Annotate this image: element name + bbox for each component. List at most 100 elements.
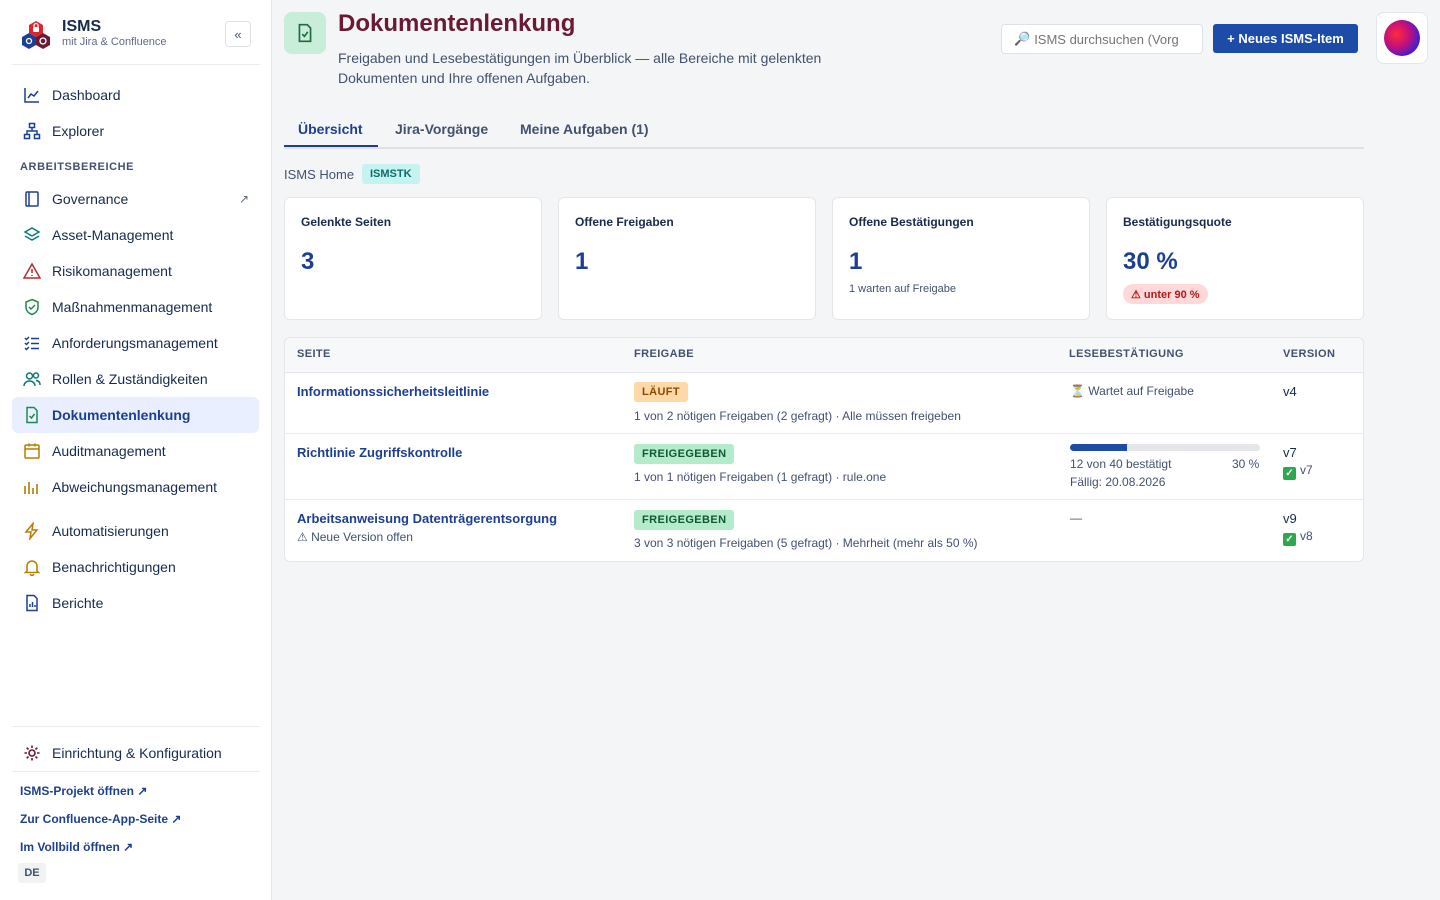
sidebar-item-label: Abweichungsmanagement <box>52 479 217 495</box>
open-isms-project-link[interactable]: ISMS-Projekt öffnen ↗ <box>20 784 147 798</box>
sidebar-item-measures-management[interactable]: Maßnahmenmanagement <box>12 289 259 325</box>
sidebar-item-label: Maßnahmenmanagement <box>52 299 213 315</box>
search-input[interactable] <box>1034 31 1195 47</box>
page-link[interactable]: Arbeitsanweisung Datenträgerentsorgung <box>297 511 557 526</box>
column-header-approval: FREIGABE <box>634 348 695 360</box>
bar-chart-icon <box>22 477 42 497</box>
approval-text: 1 von 2 nötigen Freigaben (2 gefragt) · … <box>634 409 961 423</box>
calendar-icon <box>22 441 42 461</box>
warning-badge: ⚠ unter 90 % <box>1123 284 1208 304</box>
tab-overview[interactable]: Übersicht <box>298 121 363 137</box>
sidebar-item-label: Benachrichtigungen <box>52 559 176 575</box>
tab-bar: Übersicht Jira-Vorgänge Meine Aufgaben (… <box>284 112 1364 149</box>
page-description: Freigaben und Lesebestätigungen im Überb… <box>338 50 822 86</box>
tab-jira-issues[interactable]: Jira-Vorgänge <box>395 121 488 137</box>
sidebar-item-audit-management[interactable]: Auditmanagement <box>12 433 259 469</box>
check-icon: ✓ <box>1283 533 1296 546</box>
sidebar-item-settings[interactable]: Einrichtung & Konfiguration <box>12 735 259 771</box>
brand[interactable]: ISMS mit Jira & Confluence <box>20 16 260 56</box>
sidebar-item-label: Explorer <box>52 123 105 139</box>
approval-text: 3 von 3 nötigen Freigaben (5 gefragt) · … <box>634 536 978 550</box>
sidebar-item-asset-management[interactable]: Asset-Management <box>12 217 259 253</box>
stat-card-value: 1 <box>849 248 863 275</box>
hierarchy-icon <box>22 121 42 141</box>
report-icon <box>22 593 42 613</box>
new-version-note: ⚠ Neue Version offen <box>297 530 413 544</box>
stat-card-value: 30 % <box>1123 248 1178 275</box>
settings-icon <box>22 743 42 763</box>
sidebar-item-notifications[interactable]: Benachrichtigungen <box>12 549 259 585</box>
bell-icon <box>22 557 42 577</box>
status-badge: FREIGEGEBEN <box>634 510 735 530</box>
stat-card-title: Offene Freigaben <box>575 215 674 229</box>
chart-line-icon <box>22 85 42 105</box>
sidebar-item-label: Dokumentenlenkung <box>52 407 191 423</box>
read-progress-fill <box>1070 444 1127 451</box>
new-isms-item-button[interactable]: + Neues ISMS-Item <box>1213 24 1358 53</box>
shield-check-icon <box>22 297 42 317</box>
documents-table: SEITE FREIGABE LESEBESTÄTIGUNG VERSION I… <box>284 337 1364 562</box>
table-header: SEITE FREIGABE LESEBESTÄTIGUNG VERSION <box>285 338 1363 373</box>
section-label-workspaces: ARBEITSBEREICHE <box>20 161 135 173</box>
sidebar-item-label: Governance <box>52 191 129 207</box>
space-key-badge: ISMSTK <box>362 164 420 184</box>
confluence-app-page-link[interactable]: Zur Confluence-App-Seite ↗ <box>20 812 181 826</box>
sidebar-item-deviation-management[interactable]: Abweichungsmanagement <box>12 469 259 505</box>
sidebar-item-roles[interactable]: Rollen & Zuständigkeiten <box>12 361 259 397</box>
search-field[interactable]: 🔎 <box>1001 24 1203 54</box>
page-document-icon <box>284 12 326 54</box>
stat-card-controlled-pages: Gelenkte Seiten 3 <box>284 197 542 320</box>
active-tab-indicator <box>284 145 378 147</box>
column-header-version: VERSION <box>1283 348 1336 360</box>
column-header-read-confirmation: LESEBESTÄTIGUNG <box>1069 348 1184 360</box>
sidebar-item-label: Berichte <box>52 595 104 611</box>
stat-card-note: 1 warten auf Freigabe <box>849 283 957 295</box>
sidebar-item-label: Risikomanagement <box>52 263 172 279</box>
fullscreen-link[interactable]: Im Vollbild öffnen ↗ <box>20 840 133 854</box>
due-date: Fällig: 20.08.2026 <box>1070 475 1166 489</box>
read-confirmation-status: — <box>1070 511 1082 525</box>
space-breadcrumb[interactable]: ISMS Home <box>284 167 354 182</box>
tab-my-tasks[interactable]: Meine Aufgaben (1) <box>520 121 649 137</box>
external-link-icon: ↗ <box>238 192 249 206</box>
read-confirmation-status: ⏳ Wartet auf Freigabe <box>1070 384 1194 398</box>
read-percent: 30 % <box>1232 457 1260 471</box>
search-icon: 🔎 <box>1014 31 1031 46</box>
checklist-icon <box>22 333 42 353</box>
column-header-page: SEITE <box>297 348 331 360</box>
document-check-icon <box>22 405 42 425</box>
sidebar-item-requirements-management[interactable]: Anforderungsmanagement <box>12 325 259 361</box>
sidebar-item-label: Einrichtung & Konfiguration <box>52 745 222 761</box>
read-count: 12 von 40 bestätigt <box>1070 457 1172 471</box>
stat-card-title: Offene Bestätigungen <box>849 215 974 229</box>
sidebar-item-explorer[interactable]: Explorer <box>12 113 259 149</box>
table-row: Informationssicherheitsleitlinie LÄUFT 1… <box>285 373 1363 434</box>
stat-card-open-confirmations: Offene Bestätigungen 1 1 warten auf Frei… <box>832 197 1090 320</box>
sidebar-item-document-control[interactable]: Dokumentenlenkung <box>12 397 259 433</box>
sidebar-item-automations[interactable]: Automatisierungen <box>12 513 259 549</box>
version-label: v4 <box>1283 384 1297 399</box>
brand-subtitle: mit Jira & Confluence <box>62 36 167 48</box>
sidebar-item-risk-management[interactable]: Risikomanagement <box>12 253 259 289</box>
sidebar-item-label: Asset-Management <box>52 227 174 243</box>
user-avatar-button[interactable] <box>1376 12 1428 64</box>
brand-title: ISMS <box>62 18 102 35</box>
sidebar-item-dashboard[interactable]: Dashboard <box>12 77 259 113</box>
page-link[interactable]: Informationssicherheitsleitlinie <box>297 384 489 399</box>
approved-version-label: v8 <box>1300 529 1313 543</box>
sidebar-item-reports[interactable]: Berichte <box>12 585 259 621</box>
page-link[interactable]: Richtlinie Zugriffskontrolle <box>297 445 462 460</box>
sidebar-item-governance[interactable]: Governance ↗ <box>12 181 259 217</box>
people-icon <box>22 369 42 389</box>
page-title: Dokumentenlenkung <box>338 10 576 37</box>
sidebar-item-label: Dashboard <box>52 87 121 103</box>
lightning-icon <box>22 521 42 541</box>
book-icon <box>22 189 42 209</box>
status-badge: FREIGEGEBEN <box>634 444 735 464</box>
sidebar-divider <box>12 64 260 65</box>
sidebar-item-label: Automatisierungen <box>52 523 169 539</box>
approval-text: 1 von 1 nötigen Freigaben (1 gefragt) · … <box>634 470 887 484</box>
language-switch[interactable]: DE <box>18 863 46 883</box>
collapse-sidebar-button[interactable]: « <box>225 21 251 47</box>
layers-icon <box>22 225 42 245</box>
